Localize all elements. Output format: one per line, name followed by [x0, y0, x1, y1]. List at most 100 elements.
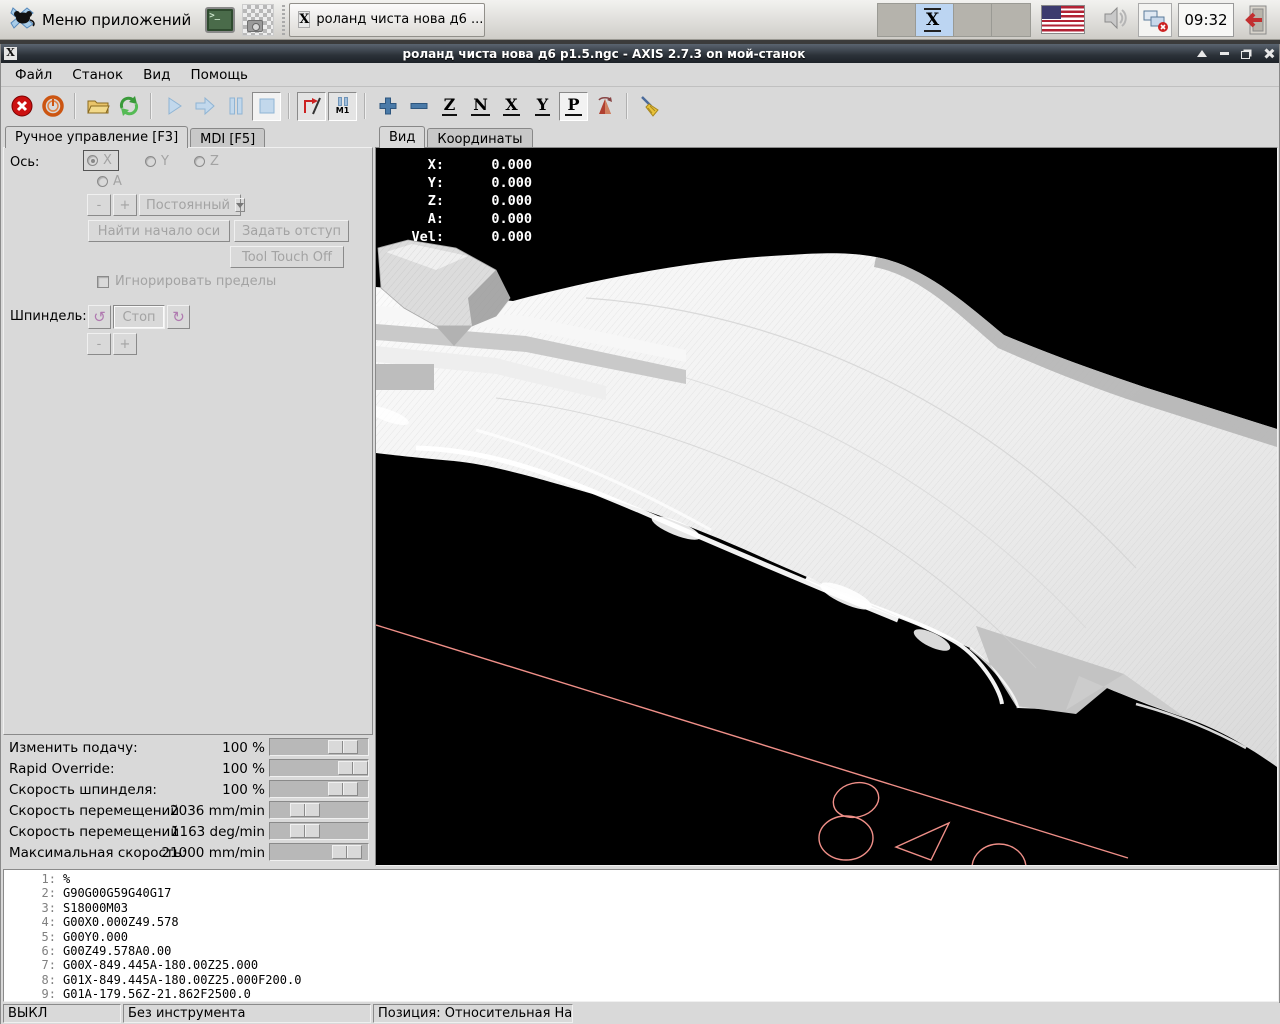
view-y-button[interactable]: Y [528, 92, 557, 121]
taskbar-tray: X 09:32 [877, 0, 1280, 40]
tasklist-grip[interactable] [279, 5, 287, 35]
view-z-icon: Z [442, 97, 458, 116]
run-program-button[interactable] [159, 92, 188, 121]
max-velocity-slider[interactable] [269, 843, 369, 861]
angular-jog-speed-slider[interactable] [269, 822, 369, 840]
axis-radio-y[interactable]: Y [145, 154, 169, 169]
slider-handle[interactable] [328, 740, 358, 754]
menu-help[interactable]: Помощь [180, 64, 258, 86]
applications-menu-button[interactable]: Меню приложений [0, 2, 201, 38]
terminal-launcher-button[interactable]: >_ [202, 2, 238, 38]
rotate-view-button[interactable] [590, 92, 619, 121]
shade-icon [1197, 50, 1207, 57]
slider-handle[interactable] [290, 824, 320, 838]
zoom-out-button[interactable] [404, 92, 433, 121]
stop-button[interactable] [252, 92, 281, 121]
menu-view[interactable]: Вид [133, 64, 180, 86]
spindle-plus-button[interactable]: + [113, 333, 137, 355]
view-z-button[interactable]: Z [435, 92, 464, 121]
spindle-ccw-icon: ↺ [93, 308, 106, 326]
m1-icon: M1 [336, 97, 350, 115]
run-step-button[interactable] [190, 92, 219, 121]
network-status-icon[interactable] [1138, 3, 1172, 37]
tool-touch-off-button[interactable]: Tool Touch Off [230, 246, 344, 268]
axis-label: Ось: [10, 155, 39, 170]
keyboard-layout-us-flag[interactable] [1041, 5, 1085, 34]
axis-radio-a[interactable]: A [97, 174, 122, 189]
jog-speed-slider[interactable] [269, 801, 369, 819]
ignore-limits-checkbox[interactable]: Игнорировать пределы [97, 274, 276, 289]
machine-power-button[interactable] [38, 92, 67, 121]
jog-minus-button[interactable]: - [87, 194, 111, 216]
volume-icon[interactable] [1101, 4, 1129, 36]
minimize-button[interactable] [1213, 45, 1235, 62]
menubar: Файл Станок Вид Помощь [1, 63, 1279, 87]
workspace-3[interactable] [954, 4, 992, 36]
slider-handle[interactable] [338, 761, 368, 775]
jog-speed-row: Скорость перемещений 2036 mm/min [3, 800, 373, 821]
jog-plus-button[interactable]: + [113, 194, 137, 216]
view-x-button[interactable]: X [497, 92, 526, 121]
pause-button[interactable] [221, 92, 250, 121]
zoom-in-button[interactable] [373, 92, 402, 121]
axis-radio-x[interactable]: X [84, 151, 118, 170]
menu-machine[interactable]: Станок [62, 64, 133, 86]
logout-button[interactable] [1240, 3, 1274, 37]
screenshot-launcher-button[interactable] [240, 2, 276, 38]
spindle-override-slider[interactable] [269, 780, 369, 798]
skip-lines-toggle[interactable] [297, 92, 326, 121]
tab-mdi[interactable]: MDI [F5] [190, 128, 265, 148]
feed-override-slider[interactable] [269, 738, 369, 756]
view-y-icon: Y [535, 97, 550, 116]
workspace-1[interactable] [878, 4, 916, 36]
toolpath-preview[interactable]: X:0.000 Y:0.000 Z:0.000 A:0.000 Vel:0.00… [375, 147, 1278, 866]
close-button[interactable] [1257, 45, 1279, 62]
shade-button[interactable] [1191, 45, 1213, 62]
view-z-rotated-button[interactable]: N [466, 92, 495, 121]
optional-pause-toggle[interactable]: M1 [328, 92, 357, 121]
toolbar-separator [74, 93, 76, 119]
workspace-2-active[interactable]: X [916, 4, 954, 36]
spindle-cw-button[interactable]: ↻ [167, 305, 190, 329]
reload-file-button[interactable] [114, 92, 143, 121]
feed-override-row: Изменить подачу: 100 % [3, 737, 373, 758]
spindle-ccw-button[interactable]: ↺ [88, 305, 111, 329]
window-titlebar[interactable]: X роланд чиста нова д6 p1.5.ngc - AXIS 2… [1, 44, 1279, 63]
zoom-out-icon [407, 94, 431, 118]
taskbar-window-button[interactable]: X роланд чиста нова д6 ... [289, 3, 485, 37]
dro-z: Z:0.000 [386, 192, 532, 210]
left-notebook-tabs: Ручное управление [F3] MDI [F5] [5, 126, 267, 148]
axis-radio-z[interactable]: Z [194, 154, 219, 169]
slider-handle[interactable] [332, 845, 362, 859]
view-perspective-button[interactable]: P [559, 92, 588, 121]
gcode-line: 8:G01X-849.445A-180.00Z25.000F200.0 [4, 973, 1278, 987]
spindle-stop-button[interactable]: Стоп [113, 305, 165, 329]
spindle-minus-button[interactable]: - [87, 333, 111, 355]
zoom-in-icon [376, 94, 400, 118]
tab-manual-control[interactable]: Ручное управление [F3] [5, 126, 188, 148]
gcode-line: 1:% [4, 872, 1278, 886]
estop-button[interactable] [7, 92, 36, 121]
clock[interactable]: 09:32 [1178, 3, 1234, 37]
gcode-listing[interactable]: 1:% 2:G90G00G59G40G17 3:S18000M03 4:G00X… [3, 869, 1279, 1002]
clear-plot-button[interactable] [635, 92, 664, 121]
jog-increment-dropdown[interactable]: Постоянный [139, 194, 241, 216]
slider-handle[interactable] [328, 782, 358, 796]
status-filler [575, 1004, 1279, 1023]
rapid-override-slider[interactable] [269, 759, 369, 777]
angular-jog-speed-row: Скорость перемещений 1163 deg/min [3, 821, 373, 842]
backplot-3d [376, 148, 1277, 865]
menu-file[interactable]: Файл [5, 64, 62, 86]
maximize-button[interactable] [1235, 45, 1257, 62]
workspace-4[interactable] [992, 4, 1030, 36]
tab-preview[interactable]: Вид [379, 126, 425, 148]
workspace-window-glyph: X [924, 8, 941, 32]
open-file-button[interactable] [83, 92, 112, 121]
tab-dro[interactable]: Координаты [427, 128, 532, 148]
set-offset-button[interactable]: Задать отступ [234, 220, 349, 242]
toolbar-separator [364, 93, 366, 119]
dro-a: A:0.000 [386, 210, 532, 228]
manual-control-panel: Ось: X Y Z A - + Постоянный Найти начало… [3, 147, 373, 735]
home-axis-button[interactable]: Найти начало оси [88, 220, 230, 242]
slider-handle[interactable] [290, 803, 320, 817]
